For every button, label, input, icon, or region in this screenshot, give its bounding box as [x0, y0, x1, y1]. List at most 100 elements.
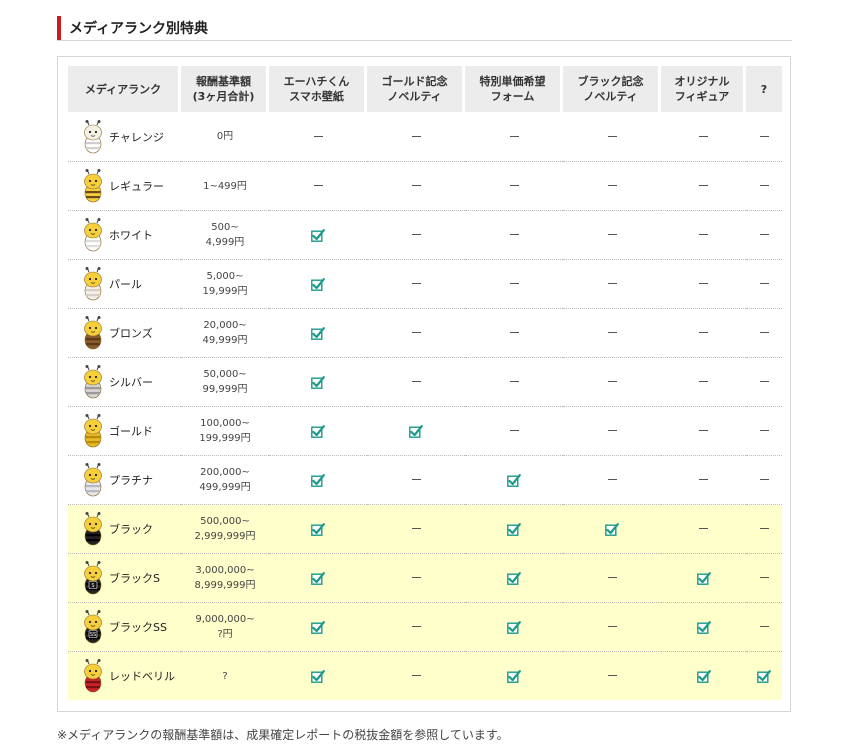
no-benefit-dash [411, 135, 421, 137]
benefit-cell [367, 358, 465, 407]
benefit-cell [661, 211, 746, 260]
no-benefit-dash [759, 283, 769, 284]
headers-5-lines-line: ノベルティ [583, 90, 638, 103]
rows-9-amount-line: 3,000,000~ [195, 565, 255, 576]
reward-amount-cell: ? [181, 652, 269, 700]
bee-mascot-icon [84, 414, 102, 448]
bee-mascot-icon [84, 316, 102, 350]
no-benefit-dash [411, 528, 421, 529]
rank-name: ブラックSS [109, 621, 167, 634]
section-title: メディアランク別特典 [69, 21, 209, 37]
rank-cell: ブロンズ [68, 309, 181, 358]
benefit-cell [746, 211, 782, 260]
reward-amount-cell: 3,000,000~ 8,999,999円 [181, 554, 269, 603]
bee-mascot-icon: S [84, 561, 102, 595]
no-benefit-dash [699, 430, 708, 431]
no-benefit-dash [313, 135, 323, 137]
reward-amount-cell: 5,000~ 19,999円 [181, 260, 269, 309]
column-header: エーハチくん スマホ壁紙 [269, 66, 367, 112]
checkbox-checked-icon [311, 522, 325, 536]
no-benefit-dash [607, 185, 617, 186]
no-benefit-dash [607, 675, 617, 676]
headers-4-lines-line: フォーム [490, 90, 535, 103]
checkbox-checked-icon [311, 620, 325, 634]
no-benefit-dash [607, 234, 617, 235]
rows-4-amount-line: 20,000~ [203, 320, 247, 331]
benefit-cell [661, 456, 746, 505]
title-accent-bar [57, 16, 61, 40]
benefit-cell [269, 505, 367, 554]
column-header: ゴールド記念 ノベルティ [367, 66, 465, 112]
reward-amount-cell: 100,000~ 199,999円 [181, 407, 269, 456]
no-benefit-dash [607, 381, 617, 382]
rank-cell: ブラック [68, 505, 181, 554]
benefit-cell [563, 554, 661, 603]
benefit-cell [661, 358, 746, 407]
benefit-cell [367, 260, 465, 309]
benefit-cell [563, 652, 661, 700]
table-row: S ブラックS 3,000,000~ 8,999,999円 [68, 554, 782, 603]
rank-benefits-table: メディアランク 報酬基準額 (3ヶ月合計) エーハチくん スマホ壁紙 ゴールド記念 ノベルテ… [68, 66, 782, 700]
table-body: チャレンジ 0円 レギュラー 1~499円 ホワイト 500~ 4,999円 パール 5,000… [68, 112, 782, 700]
rank-name: チャレンジ [109, 130, 164, 144]
no-benefit-dash [509, 332, 519, 333]
bee-mascot-icon [84, 512, 102, 546]
no-benefit-dash [759, 332, 769, 333]
rank-name: シルバー [109, 376, 153, 389]
no-benefit-dash [411, 283, 421, 284]
checkbox-checked-icon [507, 522, 521, 536]
no-benefit-dash [759, 528, 769, 529]
benefit-cell [661, 309, 746, 358]
benefit-cell [269, 211, 367, 260]
benefit-cell [563, 260, 661, 309]
benefit-cell [367, 162, 465, 211]
checkbox-checked-icon [311, 228, 325, 242]
benefit-cell [465, 505, 563, 554]
table-row: パール 5,000~ 19,999円 [68, 260, 782, 309]
checkbox-checked-icon [696, 620, 711, 634]
rank-name: プラチナ [109, 474, 153, 487]
rows-6-amount-line: 100,000~ [200, 418, 250, 429]
headers-5-lines-line: ブラック記念 [577, 75, 644, 88]
rank-cell: レッドベリル [68, 652, 181, 700]
benefit-cell [269, 358, 367, 407]
bee-mascot-icon [84, 218, 102, 252]
headers-6-lines-line: オリジナル [674, 75, 730, 88]
no-benefit-dash [411, 185, 421, 186]
rank-name: ブラックS [109, 572, 160, 585]
checkbox-checked-icon [507, 571, 521, 585]
benefit-cell [661, 112, 746, 162]
headers-0-lines-line: メディアランク [84, 82, 162, 96]
headers-2-lines-line: エーハチくん [283, 75, 350, 88]
headers-4-lines-line: 特別単価希望 [479, 75, 546, 88]
benefit-cell [367, 309, 465, 358]
reward-amount-cell: 200,000~ 499,999円 [181, 456, 269, 505]
no-benefit-dash [607, 430, 617, 431]
benefit-cell [746, 505, 782, 554]
checkbox-checked-icon [311, 424, 325, 438]
benefit-cell [367, 603, 465, 652]
benefit-cell [746, 407, 782, 456]
no-benefit-dash [411, 577, 421, 578]
bee-mascot-icon [84, 463, 102, 497]
rank-name: レギュラー [109, 180, 164, 193]
rank-cell: シルバー [68, 358, 181, 407]
benefit-cell [746, 112, 782, 162]
no-benefit-dash [759, 430, 769, 431]
headers-6-lines-line: フィギュア [674, 90, 730, 103]
reward-amount-cell: 50,000~ 99,999円 [181, 358, 269, 407]
column-header: ? [746, 66, 782, 112]
headers-1-lines-line: (3ヶ月合計) [192, 90, 255, 103]
table-row: レギュラー 1~499円 [68, 162, 782, 211]
benefit-cell [465, 358, 563, 407]
checkbox-checked-icon [311, 669, 325, 683]
rows-3-amount-line: 5,000~ [206, 271, 244, 282]
benefit-cell [269, 652, 367, 700]
benefit-cell [746, 260, 782, 309]
benefit-cell [269, 603, 367, 652]
benefit-cell [563, 505, 661, 554]
benefit-cell [661, 652, 746, 700]
rank-cell: パール [68, 260, 181, 309]
no-benefit-dash [509, 185, 519, 186]
benefit-cell [269, 456, 367, 505]
